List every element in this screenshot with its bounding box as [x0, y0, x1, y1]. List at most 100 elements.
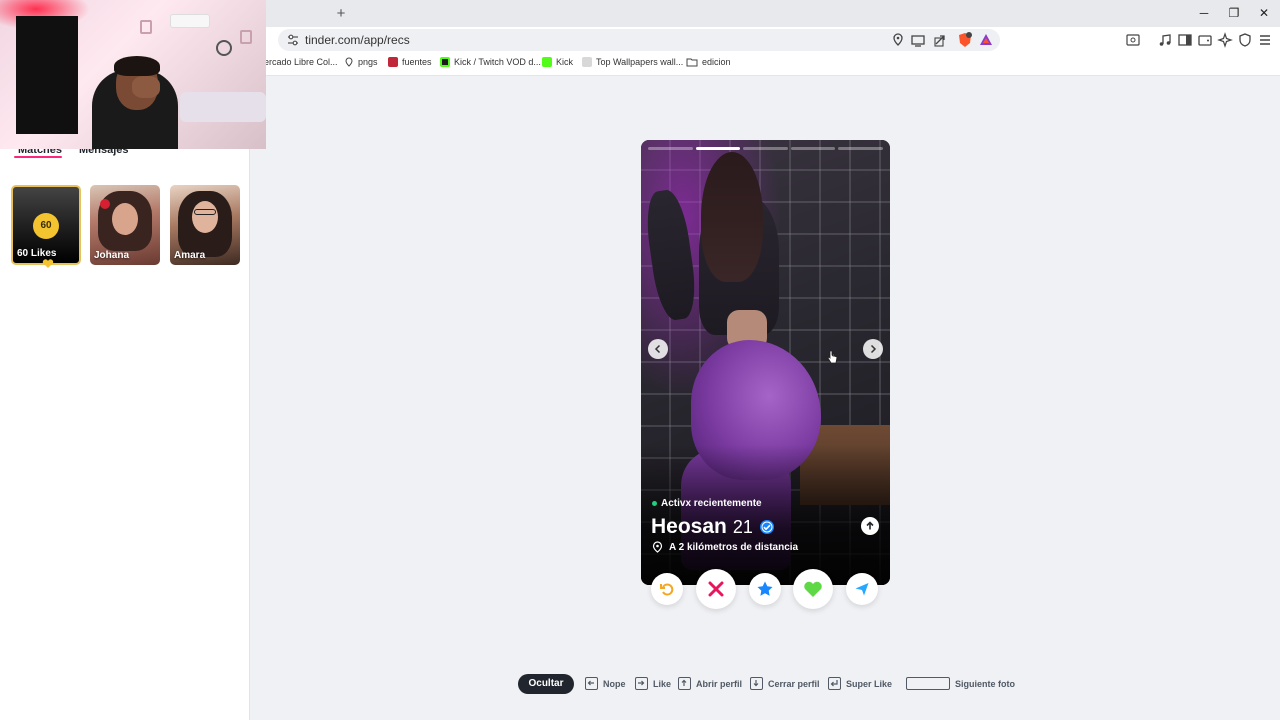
match-face: [192, 201, 218, 233]
cast-icon[interactable]: [910, 32, 926, 48]
address-bar[interactable]: tinder.com/app/recs: [278, 29, 1000, 51]
likes-you-card[interactable]: 60 60 Likes: [11, 185, 81, 265]
media-icon[interactable]: [1157, 32, 1173, 48]
share-icon[interactable]: [933, 32, 949, 48]
name-row: Heosan 21: [651, 515, 775, 539]
webcam-wall-frame: [140, 20, 152, 34]
flower-decoration: [100, 199, 110, 209]
enter-key-icon: [828, 677, 841, 690]
photo-progress-bar: [648, 147, 883, 150]
leo-ai-icon[interactable]: [1217, 32, 1233, 48]
up-arrow-key-icon: [678, 677, 691, 690]
active-tab-indicator: [14, 156, 62, 158]
boost-button[interactable]: [846, 573, 878, 605]
nope-button[interactable]: [696, 569, 736, 609]
wallpaper-icon: [582, 57, 592, 67]
minimize-button[interactable]: ─: [1196, 6, 1212, 20]
shortcut-super-like-label: Super Like: [846, 678, 893, 689]
send-icon: [855, 583, 869, 596]
likes-label: 60 Likes: [17, 248, 57, 259]
url-text[interactable]: tinder.com/app/recs: [305, 33, 410, 47]
hide-shortcuts-button[interactable]: Ocultar: [518, 674, 574, 694]
new-tab-button[interactable]: +: [334, 5, 348, 22]
previous-photo-button[interactable]: [648, 339, 668, 359]
close-window-button[interactable]: ✕: [1256, 6, 1272, 20]
sidebar-icon[interactable]: [1177, 32, 1193, 48]
webcam-wall-frame: [240, 30, 252, 44]
photo-progress-segment[interactable]: [695, 147, 741, 150]
wallet-icon[interactable]: [1197, 32, 1213, 48]
shortcut-next-photo-label: Siguiente foto: [955, 678, 1015, 689]
webcam-bed: [180, 92, 266, 122]
verified-badge-icon: [759, 520, 774, 534]
bookmark-pngs[interactable]: pngs: [344, 57, 378, 67]
site-settings-icon[interactable]: [286, 33, 300, 47]
shortcut-like-label: Like: [653, 678, 672, 689]
font-icon: [388, 57, 398, 67]
shortcut-bar: Ocultar Nope Like Abrir perfil Cerrar pe…: [518, 674, 1018, 694]
bookmark-edicion[interactable]: edicion: [686, 57, 731, 67]
bookmark-mercadolibre[interactable]: ercado Libre Col...: [264, 57, 338, 67]
brave-shield-icon[interactable]: [957, 32, 973, 48]
profile-distance: A 2 kilómetros de distancia: [669, 541, 799, 553]
photo-hair: [701, 152, 763, 282]
left-arrow-key-icon: [585, 677, 598, 690]
photo-progress-segment[interactable]: [648, 147, 693, 150]
bookmark-kick[interactable]: Kick: [542, 57, 573, 67]
match-face: [112, 203, 138, 235]
right-arrow-key-icon: [635, 677, 648, 690]
super-like-button[interactable]: [749, 573, 781, 605]
likes-count-badge: 60: [33, 213, 59, 239]
match-card-johana[interactable]: Johana: [90, 185, 160, 265]
vpn-shield-icon[interactable]: [1237, 32, 1253, 48]
bookmark-fuentes[interactable]: fuentes: [388, 57, 432, 67]
tab-search-icon[interactable]: [1125, 32, 1141, 48]
profile-card[interactable]: Activx recientemente Heosan 21 A 2 kilóm…: [641, 140, 890, 585]
down-arrow-key-icon: [750, 677, 763, 690]
active-status: Activx recientemente: [661, 498, 762, 509]
open-profile-button[interactable]: [861, 517, 879, 535]
matches-sidebar: Matches Mensajes 60 60 Likes Johana Amar…: [0, 76, 250, 720]
arrow-up-icon: [866, 521, 874, 530]
glasses: [194, 209, 216, 215]
shortcut-open-profile: Abrir perfil: [678, 677, 742, 690]
space-key-icon: [906, 677, 950, 690]
chevron-left-icon: [654, 344, 661, 354]
x-icon: [708, 581, 724, 597]
shortcut-super-like: Super Like: [828, 677, 892, 690]
match-card-amara[interactable]: Amara: [170, 185, 240, 265]
shortcut-like: Like: [635, 677, 671, 690]
brave-rewards-icon[interactable]: [978, 32, 994, 48]
online-dot-icon: [652, 501, 657, 506]
webcam-person-hair: [114, 56, 160, 76]
kick-icon: [542, 57, 552, 67]
shortcut-next-photo: Siguiente foto: [906, 677, 1015, 690]
photo-progress-segment[interactable]: [838, 147, 883, 150]
shortcut-nope: Nope: [585, 677, 626, 690]
webcam-person-hand: [132, 76, 160, 98]
location-pin-icon: [652, 541, 663, 553]
pin-icon: [345, 57, 353, 67]
menu-icon[interactable]: [1257, 32, 1273, 48]
rewind-button[interactable]: [651, 573, 683, 605]
next-photo-button[interactable]: [863, 339, 883, 359]
photo-progress-segment[interactable]: [743, 147, 788, 150]
chevron-right-icon: [870, 344, 877, 354]
match-name: Johana: [94, 250, 130, 261]
match-name: Amara: [174, 250, 206, 261]
kick-icon: [440, 57, 450, 67]
rewind-icon: [660, 583, 674, 596]
photo-progress-segment[interactable]: [790, 147, 836, 150]
shortcut-nope-label: Nope: [603, 678, 626, 689]
gold-heart-icon: [42, 259, 54, 268]
hand-cursor-icon: [827, 350, 837, 364]
bookmark-wallpapers[interactable]: Top Wallpapers wall...: [582, 57, 683, 67]
folder-icon: [686, 58, 698, 67]
bookmark-kick-twitch[interactable]: Kick / Twitch VOD d...: [440, 57, 541, 67]
like-button[interactable]: [793, 569, 833, 609]
shortcut-close-profile-label: Cerrar perfil: [768, 678, 820, 689]
location-icon[interactable]: [890, 32, 906, 48]
restore-button[interactable]: ❐: [1226, 6, 1242, 20]
heart-icon: [804, 581, 822, 597]
shortcut-open-profile-label: Abrir perfil: [696, 678, 743, 689]
